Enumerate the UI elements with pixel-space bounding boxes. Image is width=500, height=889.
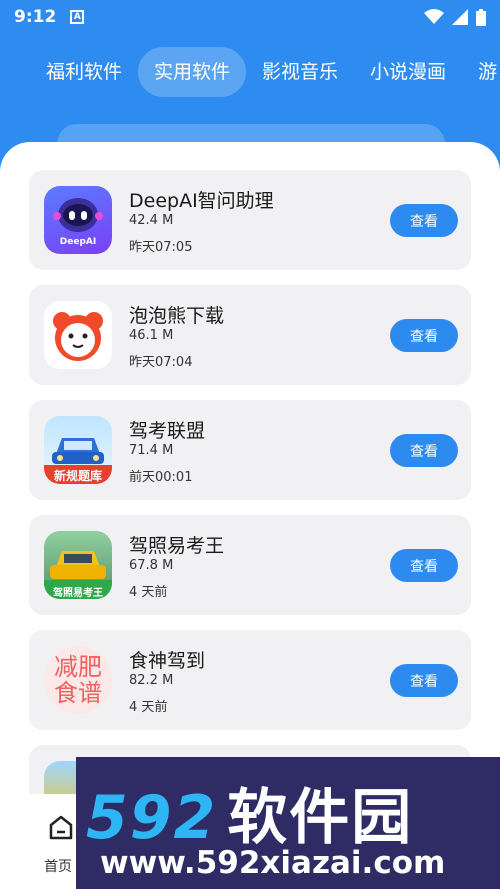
watermark-brand: 592 软件园 [86,769,413,856]
notification-icon: A [70,10,85,24]
signal-icon [452,9,468,25]
app-size: 67.8 M [129,558,174,573]
diet-recipe-icon: 减肥食谱 [44,646,112,714]
app-size: 46.1 M [129,328,174,343]
battery-icon [476,8,486,26]
app-card-jiakao[interactable]: 新规题库 驾考联盟 71.4 M 前天00:01 查看 [29,400,471,500]
car-icon: 新规题库 [44,416,112,484]
app-date: 昨天07:05 [129,240,193,255]
category-tabs: 福利软件 实用软件 影视音乐 小说漫画 游 [0,46,500,98]
icon-caption: 新规题库 [53,469,102,483]
icon-caption: 减肥食谱 [54,653,102,707]
view-button[interactable]: 查看 [390,319,458,352]
app-date: 4 天前 [129,700,168,715]
app-size: 71.4 M [129,443,174,458]
icon-caption: 驾照易考王 [53,588,103,599]
view-button[interactable]: 查看 [390,549,458,582]
view-button[interactable]: 查看 [390,434,458,467]
tab-utility[interactable]: 实用软件 [138,47,247,97]
app-card-deepai[interactable]: DeepAI DeepAI智问助理 42.4 M 昨天07:05 查看 [29,170,471,270]
status-time: 9:12 [14,7,57,27]
view-button[interactable]: 查看 [390,204,458,237]
watermark-brand-number: 592 [86,783,218,853]
tab-welfare[interactable]: 福利软件 [30,47,138,97]
app-size: 42.4 M [129,213,174,228]
taxi-icon: 驾照易考王 [44,531,112,599]
app-card-shishen[interactable]: 减肥食谱 食神驾到 82.2 M 4 天前 查看 [29,630,471,730]
app-name: 驾照易考王 [129,535,225,557]
app-name: 食神驾到 [129,650,206,672]
app-size: 82.2 M [129,673,174,688]
tab-novel-comic[interactable]: 小说漫画 [354,47,462,97]
nav-home-label[interactable]: 首页 [44,856,72,876]
home-icon[interactable] [46,812,76,842]
app-name: 泡泡熊下载 [129,305,225,327]
tab-games[interactable]: 游 [462,47,500,97]
app-card-jiazhao[interactable]: 驾照易考王 驾照易考王 67.8 M 4 天前 查看 [29,515,471,615]
app-date: 昨天07:04 [129,355,193,370]
app-name: DeepAI智问助理 [129,190,274,212]
app-date: 前天00:01 [129,470,193,485]
view-button[interactable]: 查看 [390,664,458,697]
watermark-logo: 592 软件园 www.592xiazai.com [76,757,500,889]
app-date: 4 天前 [129,585,168,600]
status-icons [424,8,486,26]
tab-video-music[interactable]: 影视音乐 [246,47,354,97]
icon-caption: DeepAI [59,237,97,247]
deepai-robot-icon: DeepAI [44,186,112,254]
app-card-bear[interactable]: 泡泡熊下载 46.1 M 昨天07:04 查看 [29,285,471,385]
watermark-brand-cn: 软件园 [227,783,414,853]
watermark-url: www.592xiazai.com [100,845,446,881]
bear-icon [44,301,112,369]
wifi-icon [424,9,444,24]
status-bar: 9:12 A [0,0,500,34]
app-name: 驾考联盟 [129,420,206,442]
